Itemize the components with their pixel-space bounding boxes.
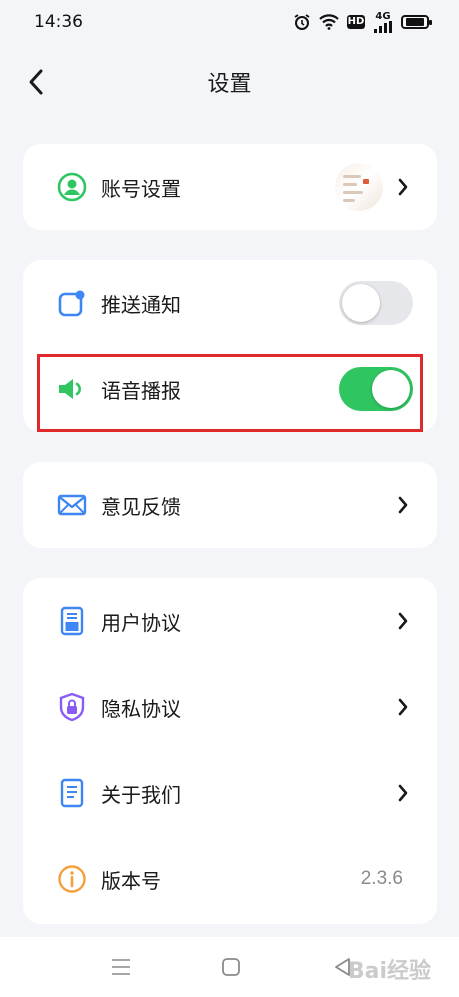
feedback-label: 意见反馈 — [101, 494, 181, 519]
voice-broadcast-toggle[interactable] — [339, 367, 413, 411]
home-button[interactable] — [218, 954, 244, 980]
feedback-card: 意见反馈 — [23, 462, 437, 548]
chevron-right-icon — [393, 697, 413, 717]
chevron-right-icon — [393, 783, 413, 803]
mail-icon — [57, 490, 87, 520]
about-us-row[interactable]: 关于我们 — [23, 750, 437, 836]
version-row: 版本号 2.3.6 — [23, 836, 437, 922]
battery-icon — [401, 15, 432, 29]
privacy-row[interactable]: 隐私协议 — [23, 664, 437, 750]
voice-broadcast-row: 语音播报 — [23, 346, 437, 432]
wifi-icon — [319, 14, 339, 30]
status-time: 14:36 — [34, 12, 83, 32]
account-card: 账号设置 — [23, 144, 437, 230]
version-label: 版本号 — [101, 868, 161, 893]
push-notification-row: 推送通知 — [23, 260, 437, 346]
user-circle-icon — [57, 172, 87, 202]
alarm-icon — [293, 13, 311, 31]
back-triangle-icon — [335, 958, 350, 976]
chevron-right-icon — [393, 177, 413, 197]
chevron-right-icon — [393, 495, 413, 515]
hd-icon: HD — [347, 15, 365, 29]
signal-4g-icon: 4G — [373, 10, 393, 33]
push-notification-label: 推送通知 — [101, 292, 181, 317]
menu-icon — [112, 959, 130, 975]
feedback-row[interactable]: 意见反馈 — [23, 462, 437, 548]
page-title: 设置 — [207, 72, 252, 97]
notification-icon — [57, 288, 87, 318]
user-agreement-row[interactable]: 用户协议 — [23, 578, 437, 664]
chevron-left-icon — [29, 69, 43, 95]
lock-shield-icon — [57, 692, 87, 722]
file-text-icon — [57, 778, 87, 808]
watermark: Bai经验 — [347, 959, 431, 984]
about-us-label: 关于我们 — [101, 782, 181, 807]
info-card: 用户协议 隐私协议 关于我们 版本号 2.3.6 — [23, 578, 437, 924]
status-icons: HD 4G — [293, 10, 432, 33]
network-type-label: 4G — [375, 10, 391, 22]
header: 设置 — [0, 52, 459, 112]
nav-back-button[interactable] — [330, 954, 356, 980]
speaker-icon — [57, 374, 87, 404]
privacy-label: 隐私协议 — [101, 696, 181, 721]
menu-button[interactable] — [108, 954, 134, 980]
push-notification-toggle[interactable] — [339, 281, 413, 325]
document-icon — [57, 606, 87, 636]
version-value: 2.3.6 — [360, 868, 403, 889]
battery-level — [405, 18, 425, 26]
chevron-right-icon — [393, 611, 413, 631]
back-button[interactable] — [20, 66, 52, 98]
notification-card: 推送通知 语音播报 — [23, 260, 437, 432]
system-nav-bar: Bai经验 — [0, 937, 459, 997]
avatar — [335, 163, 383, 211]
voice-broadcast-label: 语音播报 — [101, 378, 181, 403]
user-agreement-label: 用户协议 — [101, 610, 181, 635]
account-settings-label: 账号设置 — [101, 176, 181, 201]
account-settings-row[interactable]: 账号设置 — [23, 144, 437, 230]
status-bar: 14:36 HD 4G — [0, 0, 459, 44]
home-square-icon — [222, 958, 240, 976]
info-icon — [57, 864, 87, 894]
